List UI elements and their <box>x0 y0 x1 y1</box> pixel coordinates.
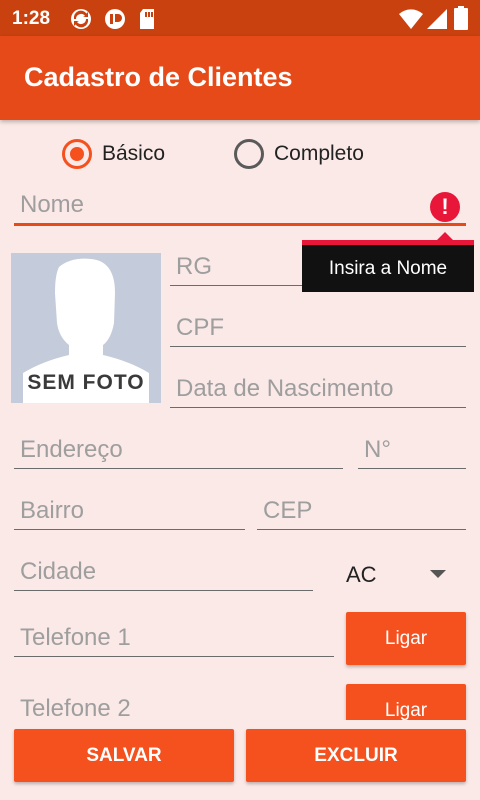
radio-basico-label: Básico <box>102 142 166 165</box>
endereco-placeholder: Endereço <box>20 436 123 463</box>
battery-icon <box>454 6 468 35</box>
endereco-input[interactable]: Endereço <box>14 429 343 469</box>
sync-icon <box>70 8 92 35</box>
telefone1-placeholder: Telefone 1 <box>20 624 131 651</box>
client-photo[interactable]: SEM FOTO <box>11 253 161 403</box>
cep-input[interactable]: CEP <box>257 490 466 530</box>
error-tooltip: Insira a Nome <box>302 232 474 292</box>
nome-placeholder: Nome <box>20 191 85 218</box>
cpf-input[interactable]: CPF <box>170 307 466 347</box>
numero-placeholder: N° <box>364 436 391 463</box>
wifi-icon <box>398 8 424 35</box>
cidade-input[interactable]: Cidade <box>14 551 313 591</box>
dropdown-arrow-icon <box>430 570 446 578</box>
save-button[interactable]: SALVAR <box>14 729 234 782</box>
cell-signal-icon <box>426 8 448 35</box>
radio-unchecked-icon <box>234 139 264 169</box>
telefone2-input[interactable]: Telefone 2 <box>14 688 334 720</box>
page-title: Cadastro de Clientes <box>24 62 293 92</box>
status-bar: 1:28 <box>0 0 480 36</box>
ligar1-button[interactable]: Ligar <box>346 612 466 665</box>
ligar2-button[interactable]: Ligar <box>346 684 466 720</box>
no-photo-label: SEM FOTO <box>27 371 145 394</box>
error-message: Insira a Nome <box>328 257 448 279</box>
tooltip-arrow <box>436 232 454 241</box>
mode-radio-group: Básico Completo <box>0 136 480 172</box>
error-icon[interactable]: ! <box>430 192 460 222</box>
bairro-placeholder: Bairro <box>20 497 85 524</box>
telefone2-placeholder: Telefone 2 <box>20 695 131 720</box>
sd-card-icon <box>138 8 156 35</box>
radio-basico[interactable]: Básico <box>62 136 165 172</box>
cidade-placeholder: Cidade <box>20 558 97 585</box>
nome-input[interactable]: Nome <box>14 186 466 226</box>
bairro-input[interactable]: Bairro <box>14 490 245 530</box>
nascimento-placeholder: Data de Nascimento <box>176 375 394 402</box>
app-bar: Cadastro de Clientes <box>0 36 480 120</box>
cpf-placeholder: CPF <box>176 314 224 341</box>
radio-checked-icon <box>62 139 92 169</box>
radio-completo[interactable]: Completo <box>234 136 364 172</box>
estado-select[interactable]: AC <box>346 556 456 592</box>
status-time: 1:28 <box>12 8 51 29</box>
cep-placeholder: CEP <box>263 497 313 524</box>
app-notification-icon <box>104 8 126 35</box>
scroll-content[interactable]: Telefone 1 Ligar Telefone 2 Ligar <box>0 600 480 720</box>
estado-value: AC <box>346 562 377 587</box>
delete-button[interactable]: EXCLUIR <box>246 729 466 782</box>
nascimento-input[interactable]: Data de Nascimento <box>170 368 466 408</box>
radio-completo-label: Completo <box>274 142 364 165</box>
rg-placeholder: RG <box>176 253 212 280</box>
numero-input[interactable]: N° <box>358 429 466 469</box>
telefone1-input[interactable]: Telefone 1 <box>14 617 334 657</box>
